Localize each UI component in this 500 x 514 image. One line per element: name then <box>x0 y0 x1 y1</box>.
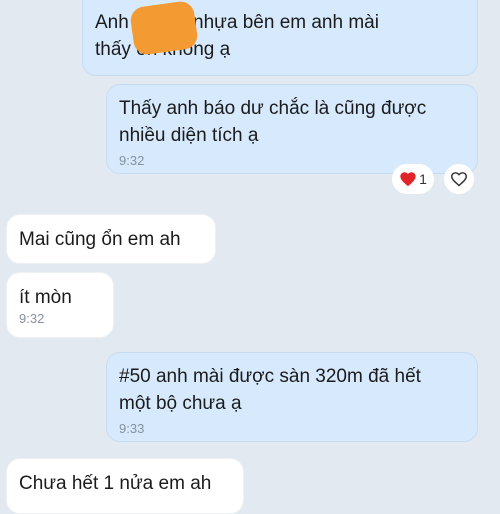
message-text: Mai cũng ổn em ah <box>19 229 181 250</box>
message-text: #50 anh mài được sàn 320m đã hết một bộ … <box>119 366 421 414</box>
heart-icon <box>399 171 417 187</box>
message-text: Thấy anh báo dư chắc là cũng được nhiều … <box>119 98 427 146</box>
message-bubble-incoming[interactable]: Chưa hết 1 nửa em ah <box>6 458 244 514</box>
message-bubble-outgoing[interactable]: Thấy anh báo dư chắc là cũng được nhiều … <box>106 84 478 174</box>
heart-reaction[interactable]: 1 <box>392 164 434 194</box>
message-timestamp: 9:33 <box>119 421 145 436</box>
add-reaction-button[interactable] <box>444 164 474 194</box>
message-text: Chưa hết 1 nửa em ah <box>19 473 212 494</box>
reaction-count: 1 <box>419 171 427 187</box>
message-bubble-incoming[interactable]: ít mòn 9:32 <box>6 272 114 338</box>
outline-heart-icon <box>450 171 468 187</box>
redaction-mark <box>128 0 200 57</box>
message-timestamp: 9:32 <box>19 311 45 326</box>
message-text: ít mòn <box>19 287 72 308</box>
message-bubble-incoming[interactable]: Mai cũng ổn em ah <box>6 214 216 264</box>
message-bubble-outgoing[interactable]: #50 anh mài được sàn 320m đã hết một bộ … <box>106 352 478 442</box>
